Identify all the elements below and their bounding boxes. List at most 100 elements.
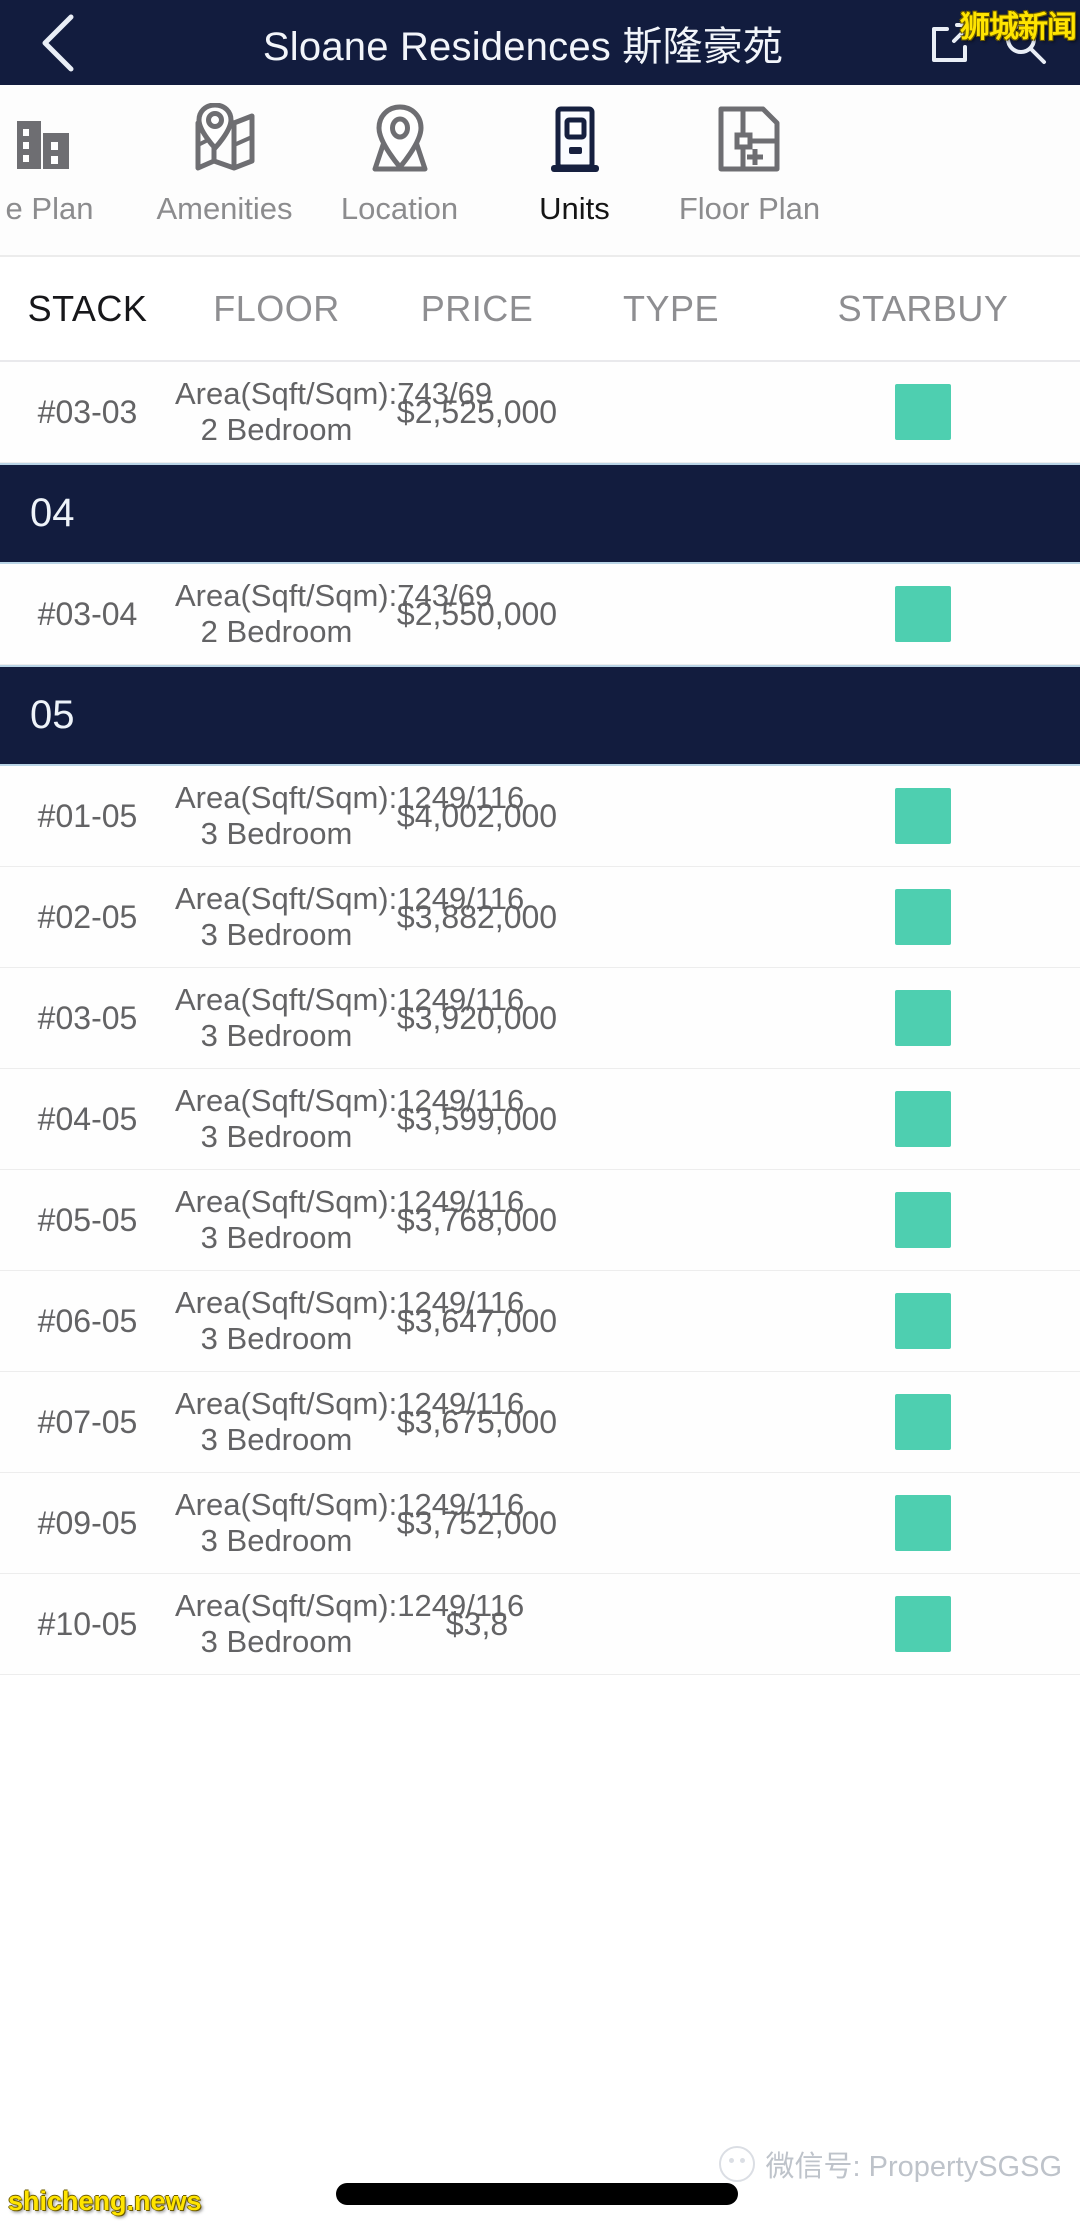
external-link-icon xyxy=(927,19,975,67)
column-header-price[interactable]: PRICE xyxy=(378,288,576,330)
cell-floor: Area(Sqft/Sqm):1249/1163 Bedroom xyxy=(175,1386,378,1458)
table-row[interactable]: #02-05Area(Sqft/Sqm):1249/1163 Bedroom$3… xyxy=(0,867,1080,968)
tab-location[interactable]: Location xyxy=(312,85,487,227)
starbuy-indicator xyxy=(895,889,951,945)
tab-label-site-plan: e Plan xyxy=(6,191,94,227)
cell-stack: #10-05 xyxy=(0,1606,175,1643)
cell-starbuy xyxy=(766,788,1080,844)
cell-floor-bedrooms: 3 Bedroom xyxy=(175,917,378,953)
cell-floor-bedrooms: 2 Bedroom xyxy=(175,412,378,448)
table-row[interactable]: #10-05Area(Sqft/Sqm):1249/1163 Bedroom$3… xyxy=(0,1574,1080,1675)
starbuy-indicator xyxy=(895,586,951,642)
cell-floor-bedrooms: 3 Bedroom xyxy=(175,1018,378,1054)
cell-starbuy xyxy=(766,1596,1080,1652)
floor-section-label: 04 xyxy=(30,491,75,536)
cell-price: $3,882,000 xyxy=(378,899,576,936)
cell-stack: #03-03 xyxy=(0,394,175,431)
search-button[interactable] xyxy=(996,14,1054,72)
cell-floor-bedrooms: 3 Bedroom xyxy=(175,1119,378,1155)
tab-label-amenities: Amenities xyxy=(156,191,292,227)
tab-floor-plan[interactable]: Floor Plan xyxy=(662,85,837,227)
cell-stack: #03-05 xyxy=(0,1000,175,1037)
table-row[interactable]: #09-05Area(Sqft/Sqm):1249/1163 Bedroom$3… xyxy=(0,1473,1080,1574)
cell-floor: Area(Sqft/Sqm):743/692 Bedroom xyxy=(175,578,378,650)
cell-floor-bedrooms: 3 Bedroom xyxy=(175,816,378,852)
redaction-bar xyxy=(336,2183,738,2205)
watermark-wechat-label: 微信号: PropertySGSG xyxy=(765,2143,1062,2185)
cell-price: $4,002,000 xyxy=(378,798,576,835)
watermark-wechat: 微信号: PropertySGSG xyxy=(719,2143,1062,2185)
unit-tower-icon xyxy=(538,101,612,179)
tab-label-floor-plan: Floor Plan xyxy=(679,191,820,227)
cell-floor: Area(Sqft/Sqm):1249/1163 Bedroom xyxy=(175,780,378,852)
starbuy-indicator xyxy=(895,1394,951,1450)
table-row[interactable]: #07-05Area(Sqft/Sqm):1249/1163 Bedroom$3… xyxy=(0,1372,1080,1473)
column-header-floor[interactable]: FLOOR xyxy=(175,288,378,330)
cell-price: $2,525,000 xyxy=(378,394,576,431)
cell-starbuy xyxy=(766,1192,1080,1248)
cell-floor: Area(Sqft/Sqm):1249/1163 Bedroom xyxy=(175,1588,378,1660)
cell-stack: #01-05 xyxy=(0,798,175,835)
back-button[interactable] xyxy=(22,7,94,79)
table-row[interactable]: #06-05Area(Sqft/Sqm):1249/1163 Bedroom$3… xyxy=(0,1271,1080,1372)
starbuy-indicator xyxy=(895,384,951,440)
cell-floor-bedrooms: 3 Bedroom xyxy=(175,1624,378,1660)
tab-units[interactable]: Units xyxy=(487,85,662,227)
column-header-type[interactable]: TYPE xyxy=(576,288,766,330)
table-row[interactable]: #01-05Area(Sqft/Sqm):1249/1163 Bedroom$4… xyxy=(0,766,1080,867)
cell-stack: #09-05 xyxy=(0,1505,175,1542)
share-button[interactable] xyxy=(922,14,980,72)
cell-stack: #05-05 xyxy=(0,1202,175,1239)
cell-starbuy xyxy=(766,889,1080,945)
column-header-stack[interactable]: STACK xyxy=(0,288,175,330)
cell-floor-bedrooms: 3 Bedroom xyxy=(175,1523,378,1559)
table-row[interactable]: #05-05Area(Sqft/Sqm):1249/1163 Bedroom$3… xyxy=(0,1170,1080,1271)
cell-stack: #03-04 xyxy=(0,596,175,633)
cell-starbuy xyxy=(766,1394,1080,1450)
cell-floor: Area(Sqft/Sqm):1249/1163 Bedroom xyxy=(175,1285,378,1357)
floor-section-label: 05 xyxy=(30,693,75,738)
cell-floor-bedrooms: 2 Bedroom xyxy=(175,614,378,650)
units-table-body: #03-03Area(Sqft/Sqm):743/692 Bedroom$2,5… xyxy=(0,362,1080,1675)
app-root: Sloane Residences 斯隆豪苑 狮城新闻 xyxy=(0,0,1080,2221)
cell-floor: Area(Sqft/Sqm):1249/1163 Bedroom xyxy=(175,1184,378,1256)
cell-stack: #06-05 xyxy=(0,1303,175,1340)
topbar-actions xyxy=(922,14,1058,72)
cell-starbuy xyxy=(766,1293,1080,1349)
starbuy-indicator xyxy=(895,990,951,1046)
cell-starbuy xyxy=(766,384,1080,440)
location-icon xyxy=(363,101,437,179)
cell-starbuy xyxy=(766,1495,1080,1551)
starbuy-indicator xyxy=(895,1192,951,1248)
cell-floor: Area(Sqft/Sqm):1249/1163 Bedroom xyxy=(175,1083,378,1155)
table-row[interactable]: #03-05Area(Sqft/Sqm):1249/1163 Bedroom$3… xyxy=(0,968,1080,1069)
column-header-starbuy[interactable]: STARBUY xyxy=(766,288,1080,330)
chevron-left-icon xyxy=(35,11,81,75)
top-navigation-bar: Sloane Residences 斯隆豪苑 狮城新闻 xyxy=(0,0,1080,85)
starbuy-indicator xyxy=(895,1091,951,1147)
units-table-header: STACK FLOOR PRICE TYPE STARBUY xyxy=(0,257,1080,362)
floorplan-icon xyxy=(713,101,787,179)
cell-stack: #04-05 xyxy=(0,1101,175,1138)
cell-floor: Area(Sqft/Sqm):743/692 Bedroom xyxy=(175,376,378,448)
section-tabs: e Plan Amenities xyxy=(0,85,1080,257)
cell-price: $3,920,000 xyxy=(378,1000,576,1037)
floor-section-header: 05 xyxy=(0,665,1080,766)
cell-price: $3,599,000 xyxy=(378,1101,576,1138)
cell-floor: Area(Sqft/Sqm):1249/1163 Bedroom xyxy=(175,1487,378,1559)
table-row[interactable]: #03-04Area(Sqft/Sqm):743/692 Bedroom$2,5… xyxy=(0,564,1080,665)
table-row[interactable]: #03-03Area(Sqft/Sqm):743/692 Bedroom$2,5… xyxy=(0,362,1080,463)
tab-amenities[interactable]: Amenities xyxy=(137,85,312,227)
starbuy-indicator xyxy=(895,1293,951,1349)
cell-starbuy xyxy=(766,1091,1080,1147)
cell-price: $3,752,000 xyxy=(378,1505,576,1542)
floor-section-header: 04 xyxy=(0,463,1080,564)
wechat-face-icon xyxy=(719,2146,755,2182)
search-icon xyxy=(1000,18,1050,68)
cell-stack: #07-05 xyxy=(0,1404,175,1441)
starbuy-indicator xyxy=(895,788,951,844)
table-row[interactable]: #04-05Area(Sqft/Sqm):1249/1163 Bedroom$3… xyxy=(0,1069,1080,1170)
cell-price: $3,768,000 xyxy=(378,1202,576,1239)
tab-site-plan[interactable]: e Plan xyxy=(0,85,137,227)
tab-label-location: Location xyxy=(341,191,458,227)
